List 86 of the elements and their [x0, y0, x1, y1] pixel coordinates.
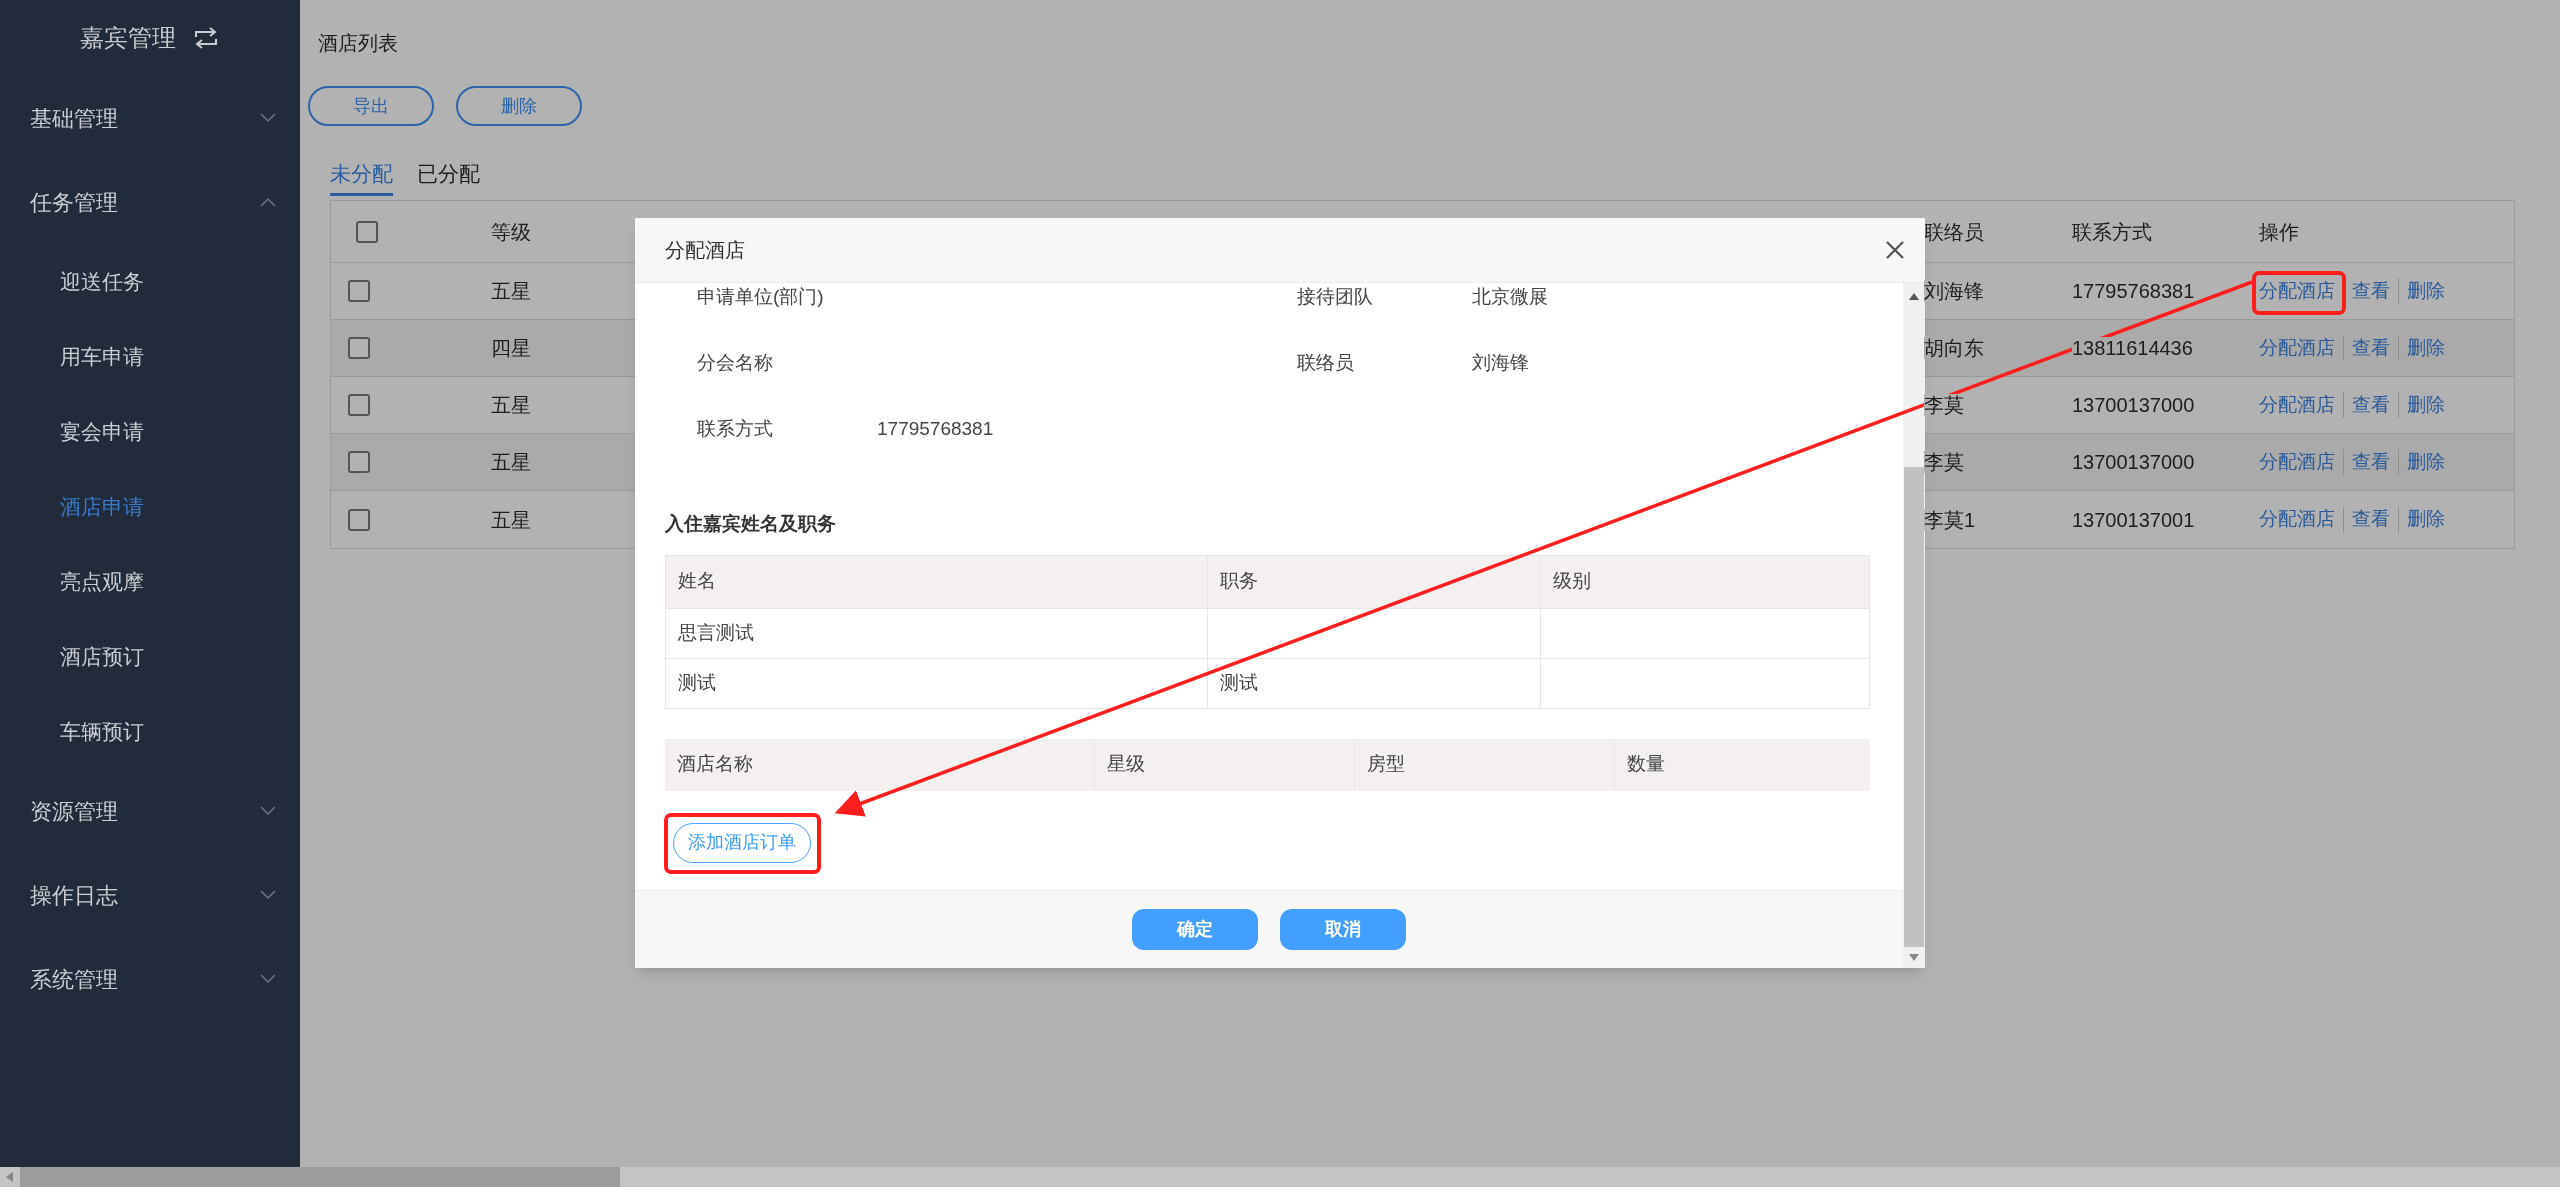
column-header: 级别 — [1553, 569, 1591, 594]
action-link[interactable]: 查看 — [2352, 276, 2390, 306]
table-cell: 李莫 — [1924, 451, 1964, 473]
column-header: 星级 — [1107, 752, 1145, 777]
chevron-down-icon — [260, 890, 276, 900]
chevron-up-icon — [260, 197, 276, 207]
column-header: 姓名 — [678, 569, 716, 594]
table-cell: 刘海锋 — [1924, 280, 1984, 302]
column-header: 职务 — [1220, 569, 1258, 594]
checkbox[interactable] — [348, 280, 370, 302]
dialog-title: 分配酒店 — [665, 238, 745, 263]
table-cell-text: 思言测试 — [678, 620, 754, 645]
checkbox[interactable] — [348, 337, 370, 359]
action-link[interactable]: 查看 — [2352, 447, 2390, 477]
dialog-button[interactable]: 取消 — [1280, 909, 1406, 950]
horizontal-scrollbar[interactable] — [0, 1167, 2560, 1187]
checkbox[interactable] — [348, 451, 370, 473]
collapse-toggle-icon[interactable] — [192, 27, 220, 49]
menu-item[interactable]: 酒店申请 — [0, 469, 300, 544]
app-title: 嘉宾管理 — [80, 23, 176, 53]
close-icon[interactable] — [1885, 240, 1905, 260]
menu-item[interactable]: 亮点观摩 — [0, 544, 300, 619]
field-label: 联络员 — [1297, 350, 1355, 375]
field-label: 分会名称 — [697, 350, 774, 375]
tab[interactable]: 已分配 — [417, 154, 480, 196]
column-header: 房型 — [1367, 752, 1405, 777]
table-cell-text: 测试 — [1220, 670, 1258, 695]
chevron-down-icon — [260, 806, 276, 816]
field-label: 接待团队 — [1297, 284, 1374, 309]
table-cell-text: 四星 — [490, 336, 532, 361]
checkbox[interactable] — [348, 508, 370, 531]
field-value: 17795768381 — [877, 416, 994, 441]
table-cell-text: 五星 — [490, 279, 532, 304]
action-link[interactable]: 分配酒店 — [2259, 276, 2335, 306]
menu-group[interactable]: 操作日志 — [0, 853, 300, 937]
chevron-down-icon — [260, 974, 276, 984]
section-title: 入住嘉宾姓名及职务 — [665, 512, 837, 536]
table-cell: 李莫 — [1924, 394, 1964, 416]
menu-group[interactable]: 资源管理 — [0, 769, 300, 853]
checkbox[interactable] — [356, 220, 378, 243]
tab[interactable]: 未分配 — [330, 154, 393, 196]
menu-group[interactable]: 基础管理 — [0, 76, 300, 160]
menu-item[interactable]: 车辆预订 — [0, 694, 300, 769]
column-header: 酒店名称 — [677, 752, 753, 777]
menu-item[interactable]: 宴会申请 — [0, 394, 300, 469]
table-cell-text: 五星 — [490, 450, 532, 475]
menu-group[interactable]: 系统管理 — [0, 937, 300, 1021]
menu-group[interactable]: 任务管理 — [0, 160, 300, 244]
column-header: 操作 — [2258, 219, 2300, 245]
dialog-button[interactable]: 确定 — [1132, 909, 1258, 950]
field-value: 北京微展 — [1472, 284, 1548, 309]
action-link[interactable]: 分配酒店 — [2259, 390, 2335, 420]
vertical-scrollbar[interactable] — [1903, 283, 1925, 968]
action-link[interactable]: 分配酒店 — [2259, 447, 2335, 477]
action-link[interactable]: 查看 — [2352, 505, 2390, 534]
chevron-down-icon — [260, 113, 276, 123]
table-cell: 胡向东 — [1924, 337, 1984, 359]
action-link[interactable]: 分配酒店 — [2259, 505, 2335, 534]
scrollbar-thumb[interactable] — [1904, 467, 1924, 947]
field-value: 刘海锋 — [1472, 350, 1529, 375]
menu-item[interactable]: 用车申请 — [0, 319, 300, 394]
field-label: 申请单位(部门) — [697, 284, 825, 309]
table-cell-text: 五星 — [490, 507, 532, 533]
page-title: 酒店列表 — [317, 31, 399, 56]
checkbox[interactable] — [348, 394, 370, 416]
table-cell: 李莫1 — [1924, 508, 1976, 531]
action-link[interactable]: 删除 — [2407, 447, 2445, 477]
field-label: 联系方式 — [697, 416, 774, 441]
table-cell-text: 五星 — [490, 393, 532, 418]
column-header: 等级 — [490, 219, 532, 245]
action-link[interactable]: 删除 — [2407, 390, 2445, 420]
menu-item[interactable]: 酒店预订 — [0, 619, 300, 694]
column-header: 联络员 — [1923, 219, 1985, 245]
toolbar-button[interactable]: 删除 — [456, 86, 582, 126]
column-header: 联系方式 — [2071, 219, 2153, 245]
action-link[interactable]: 删除 — [2407, 333, 2445, 363]
action-link[interactable]: 查看 — [2352, 333, 2390, 363]
menu-item[interactable]: 迎送任务 — [0, 244, 300, 319]
action-link[interactable]: 删除 — [2407, 276, 2445, 306]
action-link[interactable]: 查看 — [2352, 390, 2390, 420]
action-link[interactable]: 删除 — [2407, 505, 2445, 534]
table-cell-text: 测试 — [678, 670, 716, 695]
action-link[interactable]: 分配酒店 — [2259, 333, 2335, 363]
scrollbar-thumb[interactable] — [20, 1167, 620, 1187]
column-header: 数量 — [1627, 752, 1665, 777]
toolbar-button[interactable]: 导出 — [308, 86, 434, 126]
